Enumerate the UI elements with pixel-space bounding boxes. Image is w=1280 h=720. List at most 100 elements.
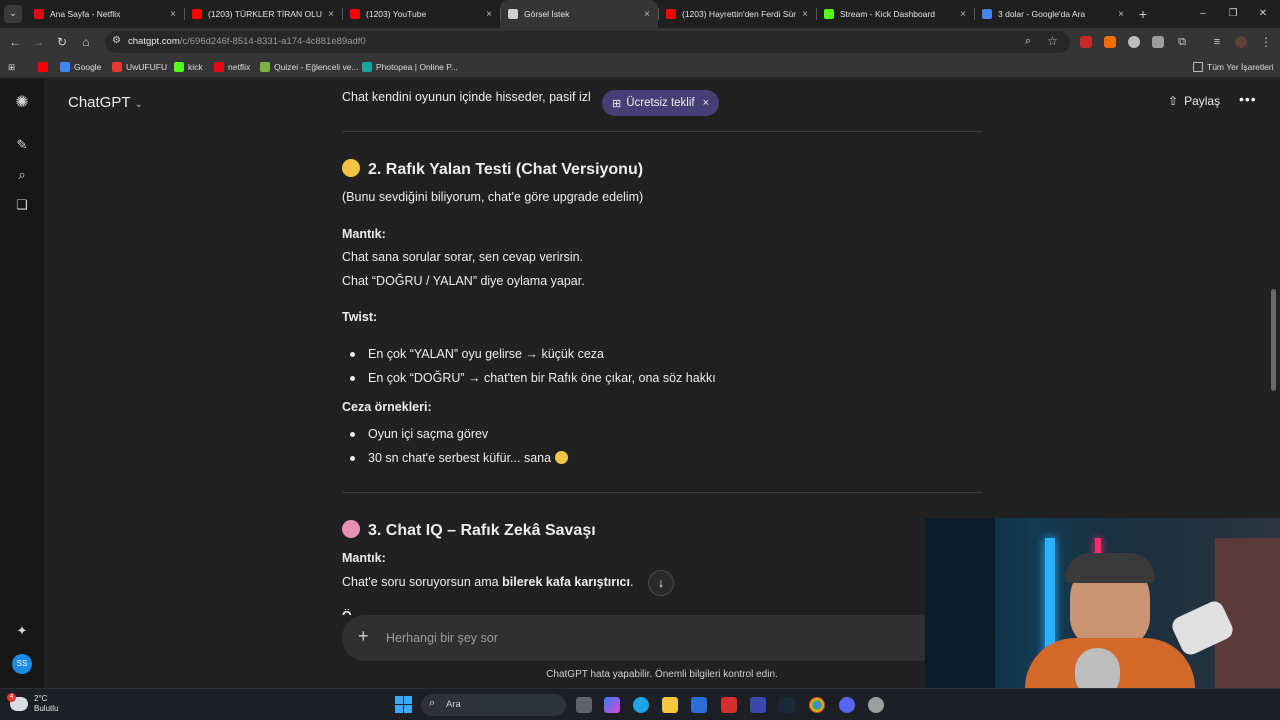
gift-icon: ⊞: [612, 97, 622, 110]
temperature: 2°C: [34, 694, 48, 703]
tab-search-button[interactable]: ⌄: [0, 0, 26, 28]
browser-tab[interactable]: Stream - Kick Dashboard ×: [816, 0, 974, 28]
apps-icon[interactable]: ⊞: [8, 60, 15, 74]
close-tab-icon[interactable]: ×: [802, 9, 808, 20]
list-item: En çok “DOĞRU” → chat'ten bir Rafık öne …: [368, 371, 716, 385]
extension-icon[interactable]: [1080, 36, 1092, 48]
close-window-button[interactable]: ✕: [1246, 0, 1280, 28]
home-icon[interactable]: ⌂: [76, 32, 96, 52]
library-icon[interactable]: ❏: [12, 195, 32, 215]
message-text: Chat'e soru soruyorsun ama bilerek kafa …: [342, 575, 634, 589]
search-icon[interactable]: ⌕: [12, 165, 32, 185]
cloud-icon: 4: [7, 693, 28, 711]
bookmark-label: kick: [188, 62, 203, 72]
app-icon[interactable]: [750, 697, 766, 713]
url-text[interactable]: chatgpt.com/c/696d246f-8514-8331-a174-4c…: [128, 36, 366, 47]
browser-tab[interactable]: Görsel İstek ×: [500, 0, 658, 28]
mantik-label: Mantık:: [342, 227, 386, 241]
address-bar[interactable]: ⚙ chatgpt.com/c/696d246f-8514-8331-a174-…: [105, 31, 1070, 53]
weather-condition: Bulutlu: [34, 704, 59, 713]
close-tab-icon[interactable]: ×: [170, 9, 176, 20]
laughing-emoji-icon: [554, 451, 568, 464]
media-icon[interactable]: ≡: [1207, 32, 1227, 52]
scrollbar[interactable]: [1271, 289, 1276, 391]
reload-icon[interactable]: ↻: [52, 32, 72, 52]
chevron-down-icon: ⌄: [4, 5, 22, 23]
tab-title: (1203) TÜRKLER TİRAN OLUYOR: [208, 9, 322, 19]
bookmark-item[interactable]: UwUFUFU: [112, 60, 167, 74]
extension-icon[interactable]: [1104, 36, 1116, 48]
bullet: [350, 352, 355, 357]
close-tab-icon[interactable]: ×: [960, 9, 966, 20]
browser-tab[interactable]: (1203) YouTube ×: [342, 0, 500, 28]
browser-toolbar: ← → ↻ ⌂ ⚙ chatgpt.com/c/696d246f-8514-83…: [0, 28, 1280, 56]
add-attachment-icon[interactable]: +: [358, 626, 369, 647]
taskbar-search[interactable]: ⌕ Ara: [421, 694, 566, 716]
scroll-down-button[interactable]: ↓: [648, 570, 674, 596]
openai-logo-icon[interactable]: ✺: [12, 93, 32, 113]
profile-icon[interactable]: [1235, 36, 1247, 48]
bookmark-item[interactable]: Google: [60, 60, 101, 74]
bookmark-item[interactable]: netflix: [214, 60, 250, 74]
task-view-icon[interactable]: [576, 697, 592, 713]
favicon-icon: [666, 9, 676, 19]
folder-icon: [1193, 62, 1203, 72]
shield-icon[interactable]: [1152, 36, 1164, 48]
new-chat-icon[interactable]: ✎: [12, 135, 32, 155]
more-options-icon[interactable]: •••: [1239, 91, 1257, 107]
message-text: Chat “DOĞRU / YALAN” diye oylama yapar.: [342, 274, 585, 288]
browser-tab[interactable]: (1203) Hayrettin'den Ferdi Süre ×: [658, 0, 816, 28]
bookmark-item[interactable]: Quizei - Eğlenceli ve...: [260, 60, 359, 74]
file-explorer-icon[interactable]: [662, 697, 678, 713]
site-info-icon[interactable]: ⚙: [112, 35, 121, 46]
bookmark-item[interactable]: kick: [174, 60, 203, 74]
all-bookmarks[interactable]: Tüm Yer İşaretleri: [1193, 60, 1274, 74]
minimize-button[interactable]: –: [1186, 0, 1220, 28]
extension-icon[interactable]: [1128, 36, 1140, 48]
new-tab-button[interactable]: +: [1131, 6, 1155, 22]
edge-icon[interactable]: [633, 697, 649, 713]
message-text: Chat sana sorular sorar, sen cevap verir…: [342, 250, 584, 264]
browser-tab[interactable]: Ana Sayfa - Netflix ×: [26, 0, 184, 28]
composer: +: [342, 615, 942, 661]
favicon-icon: [174, 62, 184, 72]
menu-icon[interactable]: ⋮: [1256, 32, 1276, 52]
close-tab-icon[interactable]: ×: [328, 9, 334, 20]
bookmark-label: Google: [74, 62, 102, 72]
model-selector[interactable]: ChatGPT ⌄: [68, 94, 143, 111]
zoom-icon[interactable]: ⌕: [1025, 35, 1031, 48]
close-tab-icon[interactable]: ×: [644, 9, 650, 20]
share-icon: ⇧: [1168, 94, 1179, 108]
weather-widget[interactable]: 4 2°C Bulutlu: [7, 693, 59, 714]
bookmark-item[interactable]: Photopea | Online P...: [362, 60, 458, 74]
discord-icon[interactable]: [839, 697, 855, 713]
steam-icon[interactable]: [779, 697, 795, 713]
browser-tab[interactable]: (1203) TÜRKLER TİRAN OLUYOR ×: [184, 0, 342, 28]
copilot-icon[interactable]: [604, 697, 620, 713]
sparkle-icon[interactable]: ✦: [12, 621, 32, 641]
back-icon[interactable]: ←: [5, 32, 25, 52]
puzzle-icon[interactable]: ⧉: [1172, 32, 1192, 52]
avatar[interactable]: SS: [12, 654, 32, 674]
app-icon[interactable]: [868, 697, 884, 713]
favicon-icon: [112, 62, 122, 72]
restore-button[interactable]: ❐: [1216, 0, 1250, 28]
app-icon[interactable]: [721, 697, 737, 713]
share-button[interactable]: ⇧ Paylaş: [1168, 94, 1220, 108]
close-icon[interactable]: ×: [703, 97, 709, 109]
bullet: [350, 376, 355, 381]
message-input[interactable]: [386, 628, 866, 648]
brain-emoji-icon: [342, 520, 360, 538]
bookmark-label: netflix: [228, 62, 251, 72]
close-tab-icon[interactable]: ×: [1118, 9, 1124, 20]
store-icon[interactable]: [691, 697, 707, 713]
bookmark-star-icon[interactable]: ☆: [1047, 34, 1058, 48]
bookmark-item[interactable]: [38, 60, 52, 74]
chrome-icon[interactable]: [809, 697, 825, 713]
close-tab-icon[interactable]: ×: [486, 9, 492, 20]
bullet: [350, 456, 355, 461]
browser-tab[interactable]: 3 dolar - Google'da Ara ×: [974, 0, 1132, 28]
forward-icon[interactable]: →: [28, 32, 48, 52]
windows-start-icon[interactable]: [395, 696, 412, 713]
free-offer-button[interactable]: ⊞ Ücretsiz teklif ×: [602, 90, 720, 116]
